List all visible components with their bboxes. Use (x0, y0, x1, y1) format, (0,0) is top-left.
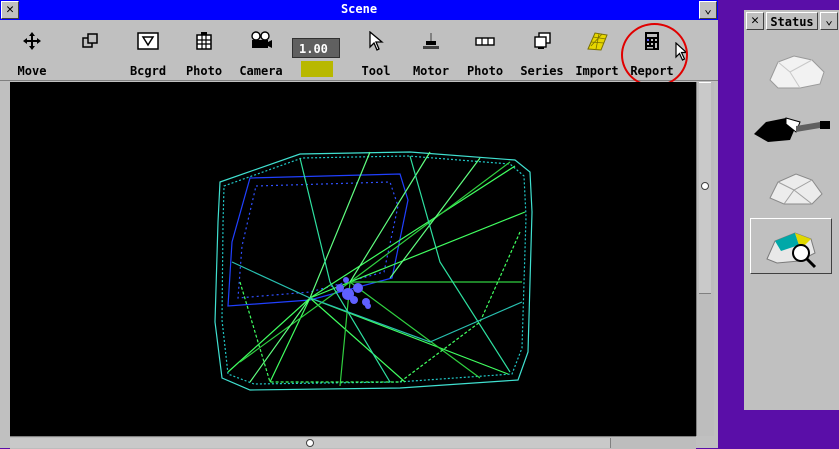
scene-viewport[interactable] (10, 82, 696, 436)
tool-move[interactable]: Move (14, 20, 50, 80)
tool-motor-label: Motor (412, 64, 450, 78)
window-menu-button[interactable]: ⌄ (699, 1, 717, 19)
tool-import-label: Import (575, 64, 619, 78)
wireframe-gem-model (214, 151, 533, 391)
white-rock-icon (769, 55, 825, 89)
camera-icon (236, 30, 286, 52)
status-panel: ✕ Status ⌄ (744, 10, 839, 410)
tool-motor[interactable]: Motor (410, 20, 452, 80)
move-arrows-icon (14, 30, 50, 52)
tool-bcgrd-label: Bcgrd (129, 64, 167, 78)
window-title: Scene (340, 2, 378, 16)
tool-view[interactable] (78, 20, 102, 80)
photo-strip-icon (464, 30, 506, 52)
zoom-input[interactable]: 1.00 (292, 38, 340, 58)
series-frames-icon (518, 30, 566, 52)
motor-icon (410, 30, 452, 52)
photo-grid-icon (184, 30, 224, 52)
status-title-bar: ✕ Status ⌄ (744, 10, 839, 34)
tool-photo2-label: Photo (466, 64, 504, 78)
vertical-scroll-knob[interactable] (701, 182, 709, 190)
vertical-scrollbar[interactable] (696, 82, 714, 436)
tool-bcgrd[interactable]: Bcgrd (126, 20, 170, 80)
colored-rock-magnifier-icon (766, 232, 817, 269)
report-highlight-circle (621, 23, 688, 87)
status-thumbnail-dark-rock-probe[interactable] (750, 102, 832, 158)
tool-photo-label: Photo (185, 64, 223, 78)
toolbar: Move Bcgrd Photo Camera 1.00 Tool Motor … (0, 20, 718, 81)
status-title: Status (766, 12, 818, 30)
tool-tool[interactable]: Tool (358, 20, 394, 80)
faceted-rock-icon (769, 173, 823, 205)
tool-camera-label: Camera (239, 64, 283, 78)
scene-window: ✕ Scene ⌄ Move Bcgrd Photo Camera 1.00 T… (0, 0, 718, 449)
tool-series-label: Series (520, 64, 564, 78)
tool-photo-strip[interactable]: Photo (464, 20, 506, 80)
status-thumbnail-colored-rock-magnifier[interactable] (750, 218, 832, 274)
horizontal-scrollbar[interactable] (10, 436, 696, 449)
tool-import[interactable]: Import (574, 20, 620, 80)
status-thumbnail-faceted-rock[interactable] (750, 160, 832, 216)
import-mesh-icon (574, 30, 620, 52)
tool-photo[interactable]: Photo (184, 20, 224, 80)
background-frame-icon (126, 30, 170, 52)
cursor-arrow-icon (358, 30, 394, 52)
zoom-color-swatch[interactable] (301, 61, 333, 77)
dark-rock-probe-icon (754, 117, 830, 142)
horizontal-scroll-knob[interactable] (306, 439, 314, 447)
tool-move-label: Move (17, 64, 47, 78)
tool-tool-label: Tool (361, 64, 391, 78)
status-menu-button[interactable]: ⌄ (820, 12, 838, 30)
status-thumbnail-white-rock[interactable] (750, 44, 832, 100)
title-bar[interactable]: ✕ Scene ⌄ (0, 0, 718, 20)
status-close-button[interactable]: ✕ (746, 12, 764, 30)
tool-camera[interactable]: Camera (236, 20, 286, 80)
overlap-squares-icon (78, 30, 102, 52)
tool-series[interactable]: Series (518, 20, 566, 80)
